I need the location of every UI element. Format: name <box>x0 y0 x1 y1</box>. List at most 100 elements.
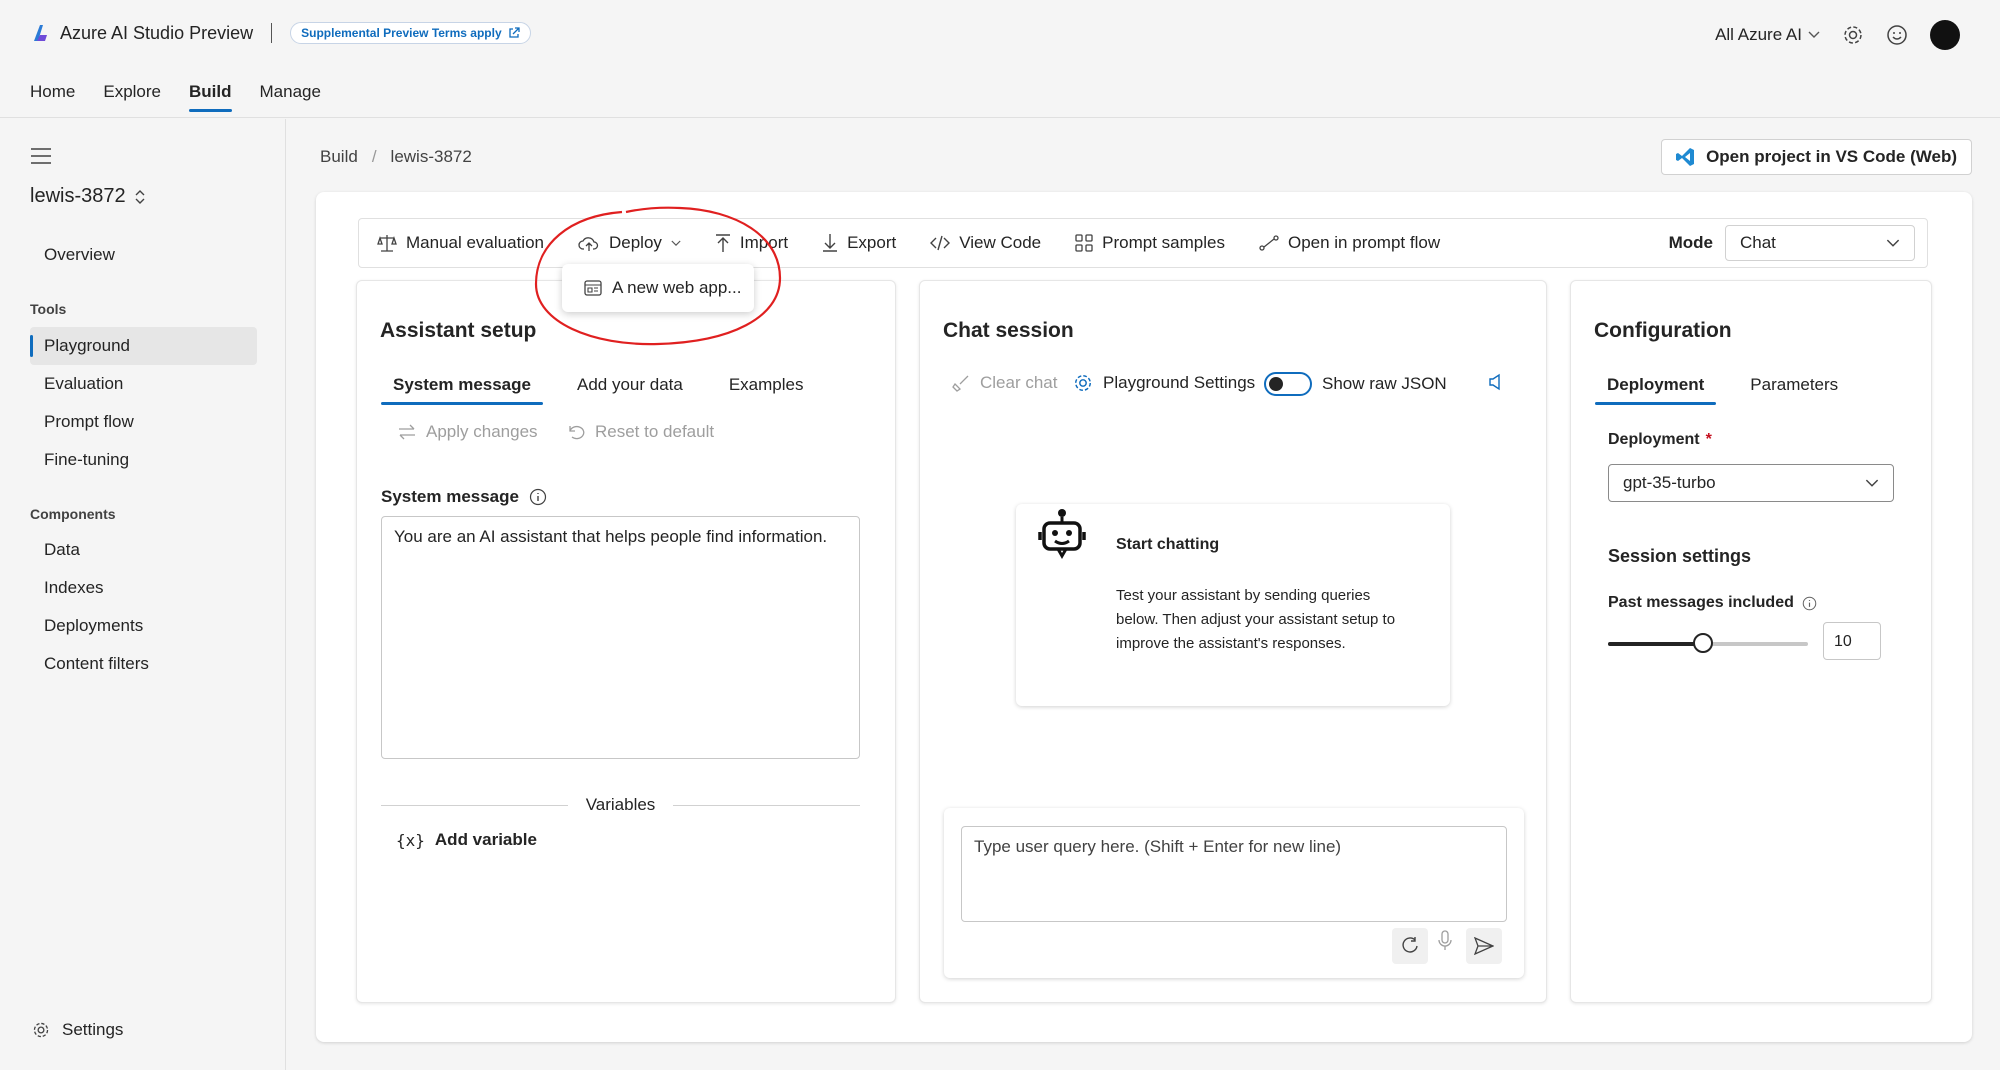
scope-dropdown[interactable]: All Azure AI <box>1715 25 1820 45</box>
brand-separator <box>271 23 273 43</box>
mode-select[interactable]: Chat <box>1725 225 1915 261</box>
session-settings-heading: Session settings <box>1608 546 1752 566</box>
slider-thumb[interactable] <box>1693 633 1713 653</box>
chevron-down-icon <box>1865 479 1879 488</box>
nav-tab-home[interactable]: Home <box>30 82 75 112</box>
clear-chat-button[interactable]: Clear chat <box>952 373 1057 393</box>
sidebar-item-evaluation[interactable]: Evaluation <box>30 365 257 403</box>
app-title[interactable]: Azure AI Studio Preview <box>60 23 253 44</box>
start-chatting-body: Test your assistant by sending queries b… <box>1116 587 1396 652</box>
scale-icon <box>377 233 397 253</box>
deployment-label-row: Deployment * <box>1608 431 1712 449</box>
apply-changes-label: Apply changes <box>426 422 538 441</box>
raw-json-toggle-row: Show raw JSON <box>1264 372 1447 396</box>
variable-braces-icon: {x} <box>396 830 425 850</box>
tab-parameters[interactable]: Parameters <box>1738 375 1850 405</box>
sidebar-item-playground[interactable]: Playground <box>30 327 257 365</box>
sidebar-item-indexes[interactable]: Indexes <box>30 569 257 607</box>
grid-icon <box>1075 234 1093 252</box>
gear-icon[interactable] <box>1842 24 1864 46</box>
system-message-label-row: System message <box>381 487 547 507</box>
deployment-select[interactable]: gpt-35-turbo <box>1608 464 1894 502</box>
assistant-tabs: System message Add your data Examples <box>381 375 815 405</box>
sidebar-item-prompt-flow[interactable]: Prompt flow <box>30 403 257 441</box>
breadcrumb-project[interactable]: lewis-3872 <box>391 147 472 167</box>
past-messages-label-row: Past messages included <box>1608 594 1817 612</box>
breadcrumb-separator: / <box>371 147 377 166</box>
manual-evaluation-button[interactable]: Manual evaluation <box>377 233 544 253</box>
sidebar-item-content-filters[interactable]: Content filters <box>30 645 257 683</box>
apply-changes-button[interactable]: Apply changes <box>398 422 538 442</box>
reset-default-button[interactable]: Reset to default <box>567 422 714 442</box>
deployment-label: Deployment <box>1608 431 1700 448</box>
open-vscode-button[interactable]: Open project in VS Code (Web) <box>1661 139 1972 175</box>
breadcrumb-build[interactable]: Build <box>320 147 358 167</box>
raw-json-toggle[interactable] <box>1264 372 1312 396</box>
start-chatting-title: Start chatting <box>1116 536 1220 553</box>
nav-tab-manage[interactable]: Manage <box>260 82 321 112</box>
open-prompt-flow-button[interactable]: Open in prompt flow <box>1259 233 1440 253</box>
tab-add-your-data[interactable]: Add your data <box>565 375 695 405</box>
tab-examples[interactable]: Examples <box>717 375 816 405</box>
red-annotation-circle <box>534 206 782 346</box>
project-selector[interactable]: lewis-3872 <box>30 185 146 208</box>
broom-icon <box>952 374 970 392</box>
variables-label: Variables <box>585 795 656 814</box>
sidebar-item-overview[interactable]: Overview <box>30 236 257 274</box>
main-nav: Home Explore Build Manage <box>30 82 321 112</box>
past-messages-label: Past messages included <box>1608 594 1794 611</box>
speaker-icon[interactable] <box>1487 373 1505 391</box>
variables-divider: Variables <box>381 795 860 815</box>
chat-session-title: Chat session <box>943 319 1074 342</box>
breadcrumb: Build / lewis-3872 <box>320 147 472 167</box>
clear-chat-label: Clear chat <box>980 373 1058 392</box>
sidebar-item-fine-tuning[interactable]: Fine-tuning <box>30 441 257 479</box>
send-icon[interactable] <box>1466 928 1502 964</box>
avatar[interactable] <box>1930 20 1960 50</box>
system-message-textarea[interactable]: You are an AI assistant that helps peopl… <box>381 516 860 759</box>
sidebar-item-deployments[interactable]: Deployments <box>30 607 257 645</box>
system-message-label: System message <box>381 487 519 506</box>
hamburger-menu-icon[interactable] <box>30 147 52 165</box>
prompt-samples-button[interactable]: Prompt samples <box>1075 233 1225 253</box>
settings-label: Settings <box>62 1020 124 1039</box>
nav-tab-build[interactable]: Build <box>189 82 232 112</box>
past-messages-slider[interactable] <box>1608 633 1808 653</box>
sidebar-item-data[interactable]: Data <box>30 531 257 569</box>
sidebar-settings[interactable]: Settings <box>32 1020 123 1040</box>
chat-input-card: Type user query here. (Shift + Enter for… <box>944 808 1524 978</box>
vscode-icon <box>1676 147 1696 167</box>
add-variable-button[interactable]: {x} Add variable <box>396 830 537 850</box>
playground-settings-label: Playground Settings <box>1103 373 1256 392</box>
swap-arrows-icon <box>398 424 416 440</box>
flow-icon <box>1259 234 1279 252</box>
feedback-smiley-icon[interactable] <box>1886 24 1908 46</box>
undo-icon <box>567 424 585 440</box>
user-query-input[interactable]: Type user query here. (Shift + Enter for… <box>961 826 1507 922</box>
tab-deployment[interactable]: Deployment <box>1595 375 1717 405</box>
manual-evaluation-label: Manual evaluation <box>406 233 544 252</box>
gear-icon <box>1073 373 1093 393</box>
view-code-button[interactable]: View Code <box>930 233 1041 253</box>
top-bar: Azure AI Studio Preview Supplemental Pre… <box>0 0 2000 118</box>
past-messages-input[interactable]: 10 <box>1823 622 1881 660</box>
terms-link[interactable]: Supplemental Preview Terms apply <box>290 22 531 44</box>
tab-system-message[interactable]: System message <box>381 375 543 405</box>
slider-fill <box>1608 642 1703 646</box>
info-icon[interactable] <box>1802 596 1817 611</box>
export-button[interactable]: Export <box>822 233 896 253</box>
microphone-icon[interactable] <box>1437 930 1453 952</box>
code-icon <box>930 235 951 251</box>
view-code-label: View Code <box>959 233 1042 252</box>
nav-tab-explore[interactable]: Explore <box>103 82 161 112</box>
reset-default-label: Reset to default <box>595 422 715 441</box>
regenerate-icon[interactable] <box>1392 928 1428 964</box>
header-actions: All Azure AI <box>1715 20 1960 50</box>
mode-control: Mode Chat <box>1669 225 1915 261</box>
export-label: Export <box>847 233 897 252</box>
info-icon[interactable] <box>529 488 547 506</box>
start-chatting-card: Start chatting Test your assistant by se… <box>1016 504 1450 706</box>
external-link-icon <box>508 27 520 39</box>
playground-settings-button[interactable]: Playground Settings <box>1073 373 1255 393</box>
sidebar-heading-tools: Tools <box>30 301 67 317</box>
